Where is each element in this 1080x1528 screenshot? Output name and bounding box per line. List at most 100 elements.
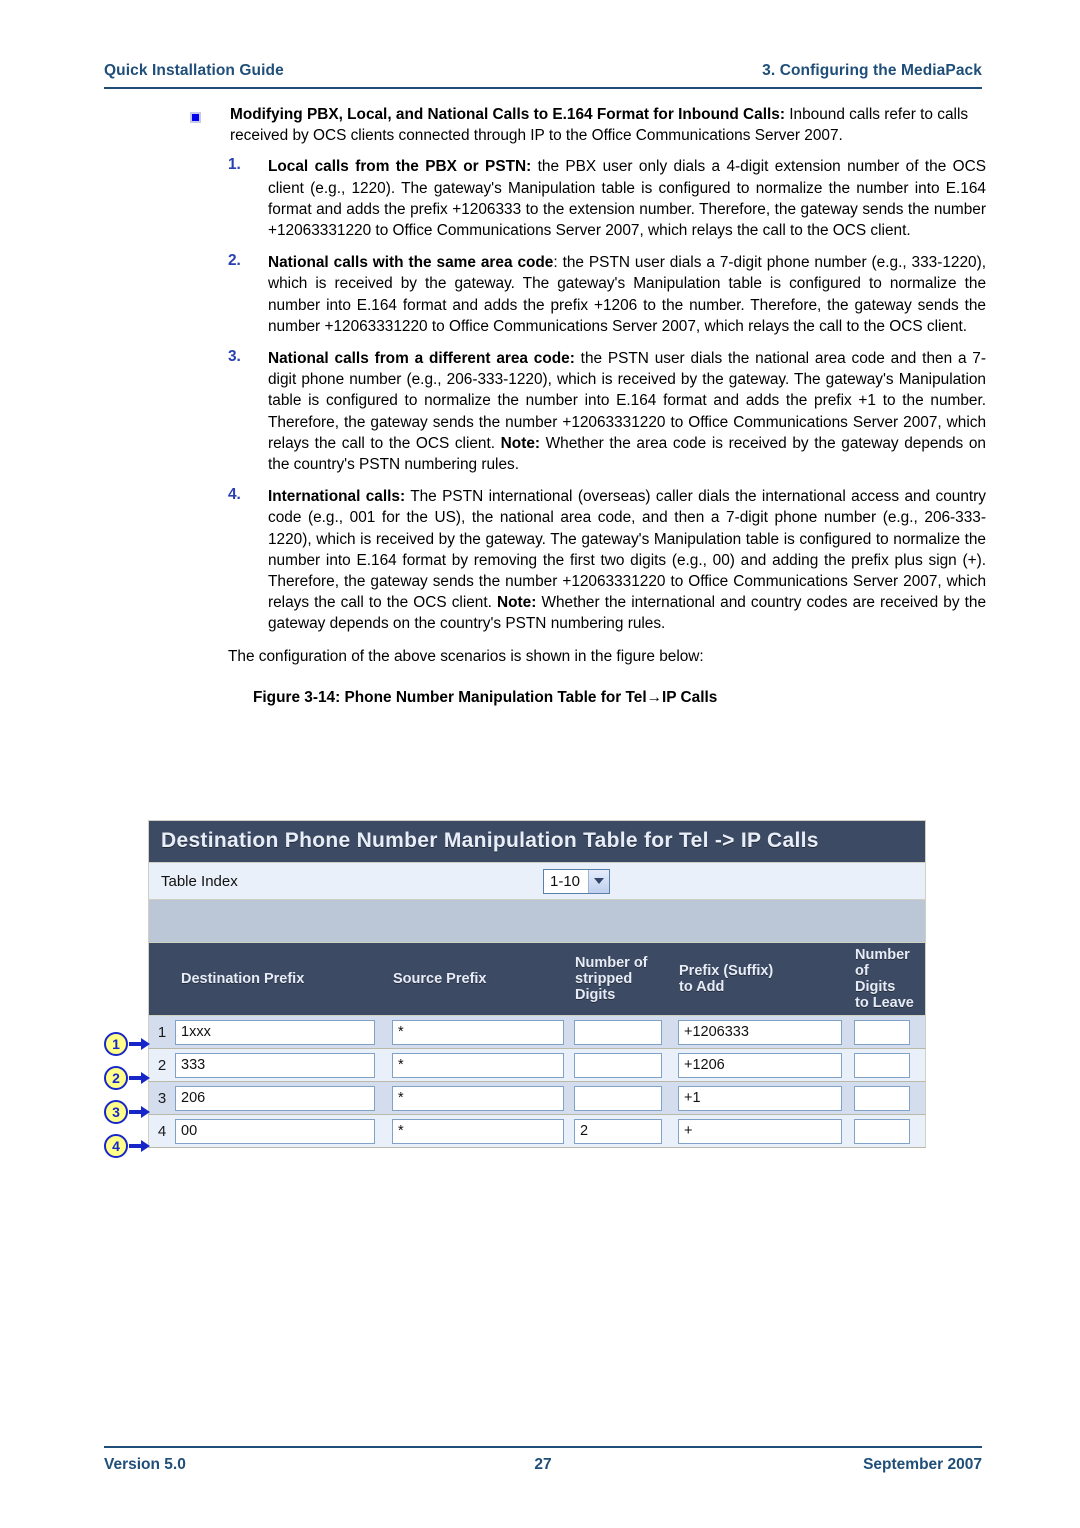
cell-digits-to-leave bbox=[849, 1052, 925, 1078]
cell-source-prefix: * bbox=[387, 1052, 569, 1078]
digits-to-leave-input[interactable] bbox=[854, 1085, 910, 1111]
stripped-digits-input[interactable] bbox=[574, 1052, 662, 1078]
row-index: 1 bbox=[157, 1023, 167, 1041]
grid-header-index bbox=[149, 943, 175, 1015]
digits-to-leave-input[interactable] bbox=[854, 1052, 910, 1078]
cell-digits-to-leave bbox=[849, 1019, 925, 1045]
prefix-to-add-input[interactable]: + bbox=[678, 1118, 842, 1144]
list-item: 3. National calls from a different area … bbox=[0, 348, 1080, 475]
callout-marker: 4 bbox=[104, 1133, 150, 1159]
callout-marker: 1 bbox=[104, 1031, 150, 1057]
manipulation-table-panel: Destination Phone Number Manipulation Ta… bbox=[148, 820, 926, 1148]
running-header-right: 3. Configuring the MediaPack bbox=[762, 62, 982, 79]
panel-spacer bbox=[148, 900, 926, 942]
list-item-paragraph: National calls with the same area code: … bbox=[268, 252, 986, 337]
callout-arrow-icon bbox=[129, 1140, 150, 1152]
destination-prefix-input[interactable]: 206 bbox=[175, 1085, 375, 1111]
cell-destination-prefix: 1xxx bbox=[175, 1019, 387, 1045]
page-footer: Version 5.0 27 September 2007 bbox=[104, 1456, 982, 1474]
table-row: 4 00 * 2 + bbox=[148, 1115, 926, 1148]
source-prefix-input[interactable]: * bbox=[392, 1019, 564, 1045]
destination-prefix-input[interactable]: 333 bbox=[175, 1052, 375, 1078]
table-row: 2 333 * +1206 bbox=[148, 1049, 926, 1082]
source-prefix-input[interactable]: * bbox=[392, 1118, 564, 1144]
cell-digits-to-leave bbox=[849, 1118, 925, 1144]
list-item-note-label: Note: bbox=[497, 594, 537, 612]
table-index-select[interactable]: 1-10 bbox=[543, 868, 611, 894]
grid-header-digits-to-leave: Number of Digits to Leave bbox=[849, 943, 925, 1015]
callout-arrow-icon bbox=[129, 1038, 150, 1050]
list-item-paragraph: National calls from a different area cod… bbox=[268, 348, 986, 475]
prefix-to-add-input[interactable]: +1206 bbox=[678, 1052, 842, 1078]
footer-page-number: 27 bbox=[534, 1456, 552, 1473]
list-item-number: 3. bbox=[228, 348, 241, 366]
list-item: 2. National calls with the same area cod… bbox=[0, 252, 1080, 337]
figure-intro-paragraph: The configuration of the above scenarios… bbox=[228, 647, 704, 665]
figure-image: Destination Phone Number Manipulation Ta… bbox=[104, 820, 984, 1170]
running-header-left: Quick Installation Guide bbox=[104, 62, 284, 79]
stripped-digits-input[interactable] bbox=[574, 1019, 662, 1045]
list-item-title: National calls with the same area code bbox=[268, 254, 554, 272]
stripped-digits-input[interactable] bbox=[574, 1085, 662, 1111]
table-row: 3 206 * +1 bbox=[148, 1082, 926, 1115]
grid-header-source-prefix-label: Source Prefix bbox=[393, 971, 487, 987]
grid-header-destination-prefix: Destination Prefix bbox=[175, 943, 387, 1015]
table-row: 1 1xxx * +1206333 bbox=[148, 1016, 926, 1049]
digits-to-leave-input[interactable] bbox=[854, 1019, 910, 1045]
list-item-paragraph: Local calls from the PBX or PSTN: the PB… bbox=[268, 156, 986, 241]
callout-number: 3 bbox=[104, 1100, 128, 1124]
running-header: Quick Installation Guide 3. Configuring … bbox=[104, 62, 982, 80]
cell-prefix-to-add: +1206 bbox=[673, 1052, 849, 1078]
cell-destination-prefix: 333 bbox=[175, 1052, 387, 1078]
digits-to-leave-input[interactable] bbox=[854, 1118, 910, 1144]
stripped-digits-input[interactable]: 2 bbox=[574, 1118, 662, 1144]
cell-prefix-to-add: +1206333 bbox=[673, 1019, 849, 1045]
cell-prefix-to-add: +1 bbox=[673, 1085, 849, 1111]
callout-marker: 3 bbox=[104, 1099, 150, 1125]
square-bullet-icon bbox=[190, 112, 201, 123]
list-item-title: Local calls from the PBX or PSTN: bbox=[268, 158, 532, 176]
footer-version: Version 5.0 bbox=[104, 1456, 186, 1473]
header-rule bbox=[104, 87, 982, 89]
cell-destination-prefix: 206 bbox=[175, 1085, 387, 1111]
cell-source-prefix: * bbox=[387, 1085, 569, 1111]
destination-prefix-input[interactable]: 1xxx bbox=[175, 1019, 375, 1045]
cell-stripped-digits: 2 bbox=[569, 1118, 673, 1144]
list-item-title: International calls: bbox=[268, 488, 406, 506]
document-body: Modifying PBX, Local, and National Calls… bbox=[0, 104, 1080, 707]
prefix-to-add-input[interactable]: +1 bbox=[678, 1085, 842, 1111]
callout-arrow-icon bbox=[129, 1106, 150, 1118]
grid-header-source-prefix: Source Prefix bbox=[387, 943, 569, 1015]
chevron-down-icon[interactable] bbox=[588, 869, 610, 893]
list-item-note-label: Note: bbox=[500, 434, 540, 452]
panel-title: Destination Phone Number Manipulation Ta… bbox=[148, 820, 926, 862]
footer-date: September 2007 bbox=[863, 1456, 982, 1473]
cell-stripped-digits bbox=[569, 1085, 673, 1111]
list-item-body: The PSTN international (overseas) caller… bbox=[268, 488, 987, 612]
table-index-row: Table Index 1-10 bbox=[148, 862, 926, 900]
source-prefix-input[interactable]: * bbox=[392, 1085, 564, 1111]
cell-prefix-to-add: + bbox=[673, 1118, 849, 1144]
row-index: 4 bbox=[157, 1122, 167, 1140]
grid-header-prefix-to-add: Prefix (Suffix) to Add bbox=[673, 943, 849, 1015]
callout-number: 4 bbox=[104, 1134, 128, 1158]
list-item-number: 2. bbox=[228, 252, 241, 270]
cell-stripped-digits bbox=[569, 1052, 673, 1078]
list-item: 1. Local calls from the PBX or PSTN: the… bbox=[0, 156, 1080, 241]
destination-prefix-input[interactable]: 00 bbox=[175, 1118, 375, 1144]
grid-header-stripped-digits-label: Number of stripped Digits bbox=[575, 955, 648, 1003]
cell-stripped-digits bbox=[569, 1019, 673, 1045]
lead-bullet-block: Modifying PBX, Local, and National Calls… bbox=[0, 104, 1080, 146]
lead-bullet-paragraph: Modifying PBX, Local, and National Calls… bbox=[230, 104, 986, 146]
callout-number: 1 bbox=[104, 1032, 128, 1056]
grid-header-digits-to-leave-label: Number of Digits to Leave bbox=[855, 947, 914, 1011]
cell-destination-prefix: 00 bbox=[175, 1118, 387, 1144]
callout-arrow-icon bbox=[129, 1072, 150, 1084]
callout-marker: 2 bbox=[104, 1065, 150, 1091]
row-index: 3 bbox=[157, 1089, 167, 1107]
table-index-value: 1-10 bbox=[550, 872, 581, 890]
list-item-number: 1. bbox=[228, 156, 241, 174]
prefix-to-add-input[interactable]: +1206333 bbox=[678, 1019, 842, 1045]
source-prefix-input[interactable]: * bbox=[392, 1052, 564, 1078]
list-item-paragraph: International calls: The PSTN internatio… bbox=[268, 486, 986, 634]
